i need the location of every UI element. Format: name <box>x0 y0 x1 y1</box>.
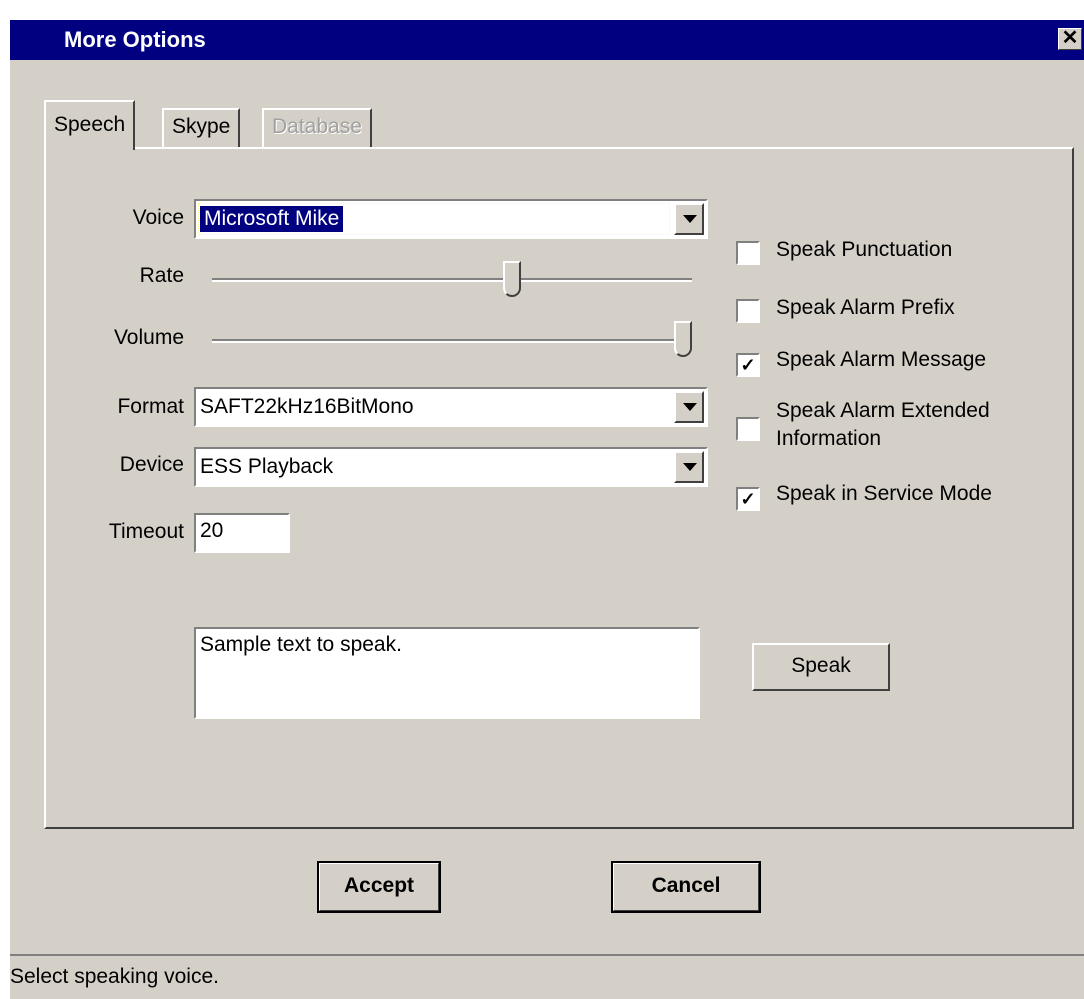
speak-punctuation-label: Speak Punctuation <box>776 238 953 261</box>
timeout-input[interactable]: 20 <box>194 513 290 553</box>
voice-focus-ring <box>198 203 670 235</box>
tab-database-label: Database <box>272 115 362 138</box>
tab-speech-label: Speech <box>54 113 126 136</box>
speech-panel: Voice Microsoft Mike Rate Volume Format … <box>44 147 1074 829</box>
rate-slider-thumb[interactable] <box>503 261 522 297</box>
volume-slider-track[interactable] <box>212 339 692 343</box>
accept-button[interactable]: Accept <box>317 861 441 913</box>
more-options-dialog: More Options ✕ Speech Skype Database Voi… <box>10 20 1084 999</box>
device-value: ESS Playback <box>200 455 334 478</box>
sample-text-input[interactable]: Sample text to speak. <box>194 627 700 719</box>
tab-skype[interactable]: Skype <box>162 108 241 148</box>
tab-database: Database <box>262 108 372 148</box>
status-text: Select speaking voice. <box>10 965 219 988</box>
rate-label: Rate <box>139 264 184 287</box>
voice-dropdown-arrow-icon[interactable] <box>674 203 704 235</box>
status-bar: Select speaking voice. <box>10 954 1084 999</box>
tab-speech[interactable]: Speech <box>44 100 136 150</box>
checkmark-icon: ✓ <box>740 489 756 509</box>
volume-slider-thumb[interactable] <box>674 321 692 357</box>
speak-alarm-prefix-label: Speak Alarm Prefix <box>776 296 955 319</box>
speak-alarm-message-label: Speak Alarm Message <box>776 348 987 371</box>
speak-in-service-mode-label: Speak in Service Mode <box>776 482 992 505</box>
format-value: SAFT22kHz16BitMono <box>200 395 414 418</box>
speak-in-service-mode-checkbox[interactable]: ✓ <box>736 487 760 511</box>
speak-alarm-extended-info-checkbox[interactable] <box>736 417 760 441</box>
speak-punctuation-checkbox[interactable] <box>736 241 760 265</box>
tab-skype-label: Skype <box>172 115 231 138</box>
close-button[interactable]: ✕ <box>1058 28 1082 50</box>
speak-alarm-message-checkbox[interactable]: ✓ <box>736 353 760 377</box>
timeout-label: Timeout <box>108 520 184 543</box>
speak-alarm-extended-info-label: Speak Alarm Extended Information <box>776 399 990 450</box>
close-icon: ✕ <box>1061 27 1079 49</box>
device-select[interactable]: ESS Playback <box>194 447 708 487</box>
format-dropdown-arrow-icon[interactable] <box>674 391 704 423</box>
cancel-button[interactable]: Cancel <box>611 861 761 913</box>
rate-slider-track[interactable] <box>212 278 692 282</box>
format-select[interactable]: SAFT22kHz16BitMono <box>194 387 708 427</box>
device-dropdown-arrow-icon[interactable] <box>674 451 704 483</box>
voice-select[interactable]: Microsoft Mike <box>194 199 708 239</box>
volume-label: Volume <box>113 326 184 349</box>
format-label: Format <box>117 395 184 418</box>
device-label: Device <box>119 453 184 476</box>
speak-alarm-prefix-checkbox[interactable] <box>736 299 760 323</box>
checkmark-icon: ✓ <box>740 355 756 375</box>
speak-button[interactable]: Speak <box>752 643 890 691</box>
dialog-title: More Options <box>64 27 206 52</box>
voice-label: Voice <box>132 206 184 229</box>
title-bar[interactable]: More Options ✕ <box>10 20 1084 60</box>
